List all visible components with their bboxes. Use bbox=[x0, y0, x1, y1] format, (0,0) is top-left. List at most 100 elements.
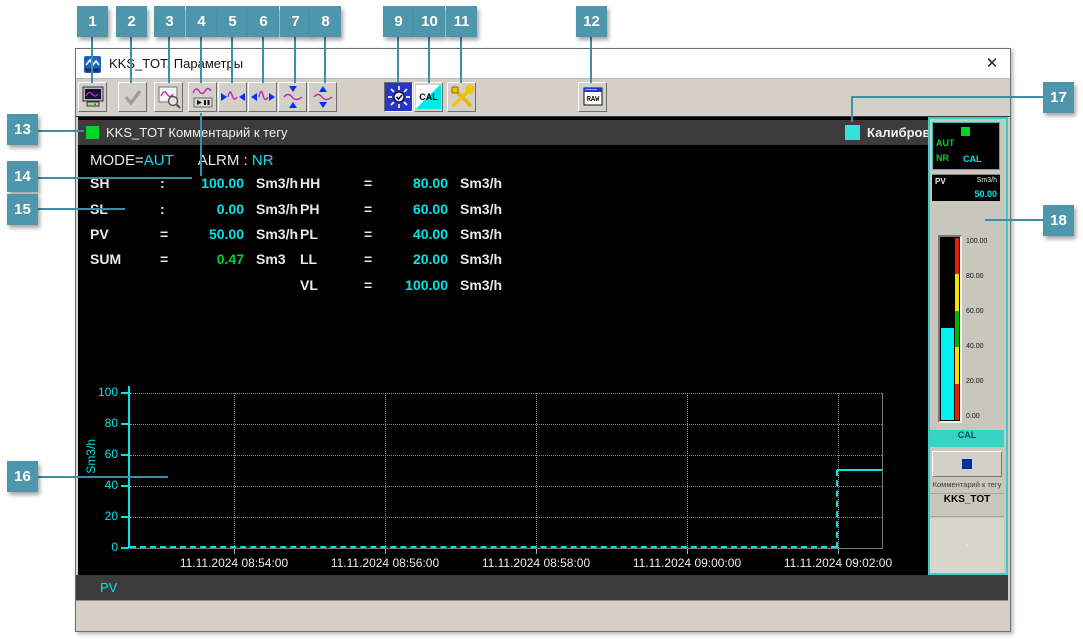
param-value: 0.47 bbox=[182, 251, 244, 269]
faceplate-alarm: NR bbox=[936, 153, 949, 163]
connector-line bbox=[397, 37, 399, 83]
param-label: PH bbox=[300, 201, 364, 219]
bar-gauge bbox=[938, 235, 962, 423]
param-row-pl: PL = 40.00 Sm3/h bbox=[300, 226, 502, 244]
chart-legend-bar: PV bbox=[76, 575, 1008, 600]
connector-line bbox=[231, 37, 233, 83]
connector-line bbox=[91, 37, 93, 83]
legend-pv-label: PV bbox=[100, 575, 117, 600]
raw-data-button[interactable]: RAW bbox=[578, 82, 607, 112]
param-unit: Sm3/h bbox=[460, 277, 502, 295]
connector-line bbox=[262, 37, 264, 83]
faceplate-pv-value: 50.00 bbox=[974, 189, 997, 199]
gridline bbox=[130, 486, 882, 487]
gridline bbox=[687, 393, 688, 548]
y-tick-label: 80 bbox=[80, 416, 118, 430]
gauge-tick-label: 60.00 bbox=[966, 308, 1006, 315]
y-tick-label: 20 bbox=[80, 509, 118, 523]
y-tick-label: 100 bbox=[80, 385, 118, 399]
param-separator: = bbox=[160, 251, 182, 269]
y-tick bbox=[121, 516, 129, 518]
param-unit: Sm3/h bbox=[256, 201, 298, 219]
trend-snapshot-button[interactable] bbox=[154, 82, 183, 112]
x-tick bbox=[687, 549, 688, 554]
compress-scale-button[interactable] bbox=[278, 82, 307, 112]
y-tick bbox=[121, 392, 129, 394]
y-axis-line bbox=[128, 386, 130, 548]
faceplate-cal: CAL bbox=[963, 154, 982, 164]
x-tick-label: 11.11.2024 08:54:00 bbox=[154, 556, 314, 570]
x-axis-line bbox=[130, 548, 883, 549]
param-unit: Sm3/h bbox=[460, 251, 502, 269]
navy-square-icon bbox=[962, 459, 972, 469]
faceplate-pv-box: PV Sm3/h 50.00 bbox=[932, 174, 1000, 201]
x-tick bbox=[838, 549, 839, 554]
gridline bbox=[130, 517, 882, 518]
callout-badge-17: 17 bbox=[1043, 82, 1074, 113]
param-value: 50.00 bbox=[182, 226, 244, 244]
callout-badge-5: 5 bbox=[217, 6, 248, 37]
settings-tools-button[interactable] bbox=[447, 82, 476, 112]
calibration-mode-button[interactable]: CAL bbox=[414, 82, 443, 112]
faceplate-action-button[interactable] bbox=[932, 451, 1002, 477]
alarm-flash-button[interactable] bbox=[384, 82, 413, 112]
param-separator: = bbox=[364, 201, 386, 219]
param-unit: Sm3/h bbox=[460, 201, 502, 219]
param-separator: = bbox=[364, 175, 386, 193]
connector-line bbox=[590, 37, 592, 83]
connector-line bbox=[38, 130, 84, 132]
callout-badge-7: 7 bbox=[280, 6, 311, 37]
param-row-sum: SUM = 0.47 Sm3 bbox=[90, 251, 286, 269]
compress-timescale-button[interactable] bbox=[218, 82, 247, 112]
screen-capture-button[interactable] bbox=[78, 82, 107, 112]
param-label: HH bbox=[300, 175, 364, 193]
expand-scale-button[interactable] bbox=[308, 82, 337, 112]
param-separator: = bbox=[160, 226, 182, 244]
tools-icon bbox=[449, 84, 475, 110]
faceplate-comment: Комментарий к тегу bbox=[930, 480, 1004, 489]
compress-horizontal-icon bbox=[220, 84, 246, 110]
plot-right-border bbox=[882, 393, 883, 549]
param-separator: : bbox=[160, 201, 182, 219]
monitor-trend-icon bbox=[81, 85, 105, 109]
param-value: 0.00 bbox=[182, 201, 244, 219]
callout-badge-6: 6 bbox=[248, 6, 279, 37]
param-value: 60.00 bbox=[386, 201, 448, 219]
param-label: LL bbox=[300, 251, 364, 269]
x-tick-label: 11.11.2024 08:56:00 bbox=[305, 556, 465, 570]
accept-button[interactable] bbox=[118, 82, 147, 112]
param-value: 100.00 bbox=[386, 277, 448, 295]
connector-line bbox=[324, 37, 326, 83]
trend-pause-button[interactable] bbox=[188, 82, 217, 112]
param-row-vl: VL = 100.00 Sm3/h bbox=[300, 277, 502, 295]
callout-badge-16: 16 bbox=[7, 461, 38, 492]
gridline bbox=[130, 393, 882, 394]
expand-timescale-button[interactable] bbox=[248, 82, 277, 112]
x-tick bbox=[234, 549, 235, 554]
status-bar bbox=[76, 600, 1008, 631]
param-label: VL bbox=[300, 277, 364, 295]
flash-beacon-icon bbox=[387, 85, 411, 109]
pv-series-line-fifty bbox=[837, 469, 882, 471]
callout-badge-8: 8 bbox=[310, 6, 341, 37]
gridline bbox=[130, 455, 882, 456]
status-indicator-green bbox=[961, 127, 970, 136]
connector-line bbox=[294, 37, 296, 83]
gridline bbox=[130, 424, 882, 425]
callout-badge-3: 3 bbox=[154, 6, 185, 37]
close-button[interactable]: ✕ bbox=[980, 52, 1004, 76]
expand-vertical-icon bbox=[310, 84, 336, 110]
param-row-ll: LL = 20.00 Sm3/h bbox=[300, 251, 502, 269]
param-label: SL bbox=[90, 201, 160, 219]
gauge-tick-label: 0.00 bbox=[966, 413, 1006, 420]
param-unit: Sm3 bbox=[256, 251, 286, 269]
gauge-tick-label: 100.00 bbox=[966, 238, 1006, 245]
faceplate-pv-label: PV bbox=[935, 177, 946, 186]
callout-badge-9: 9 bbox=[383, 6, 414, 37]
tag-header-strip: KKS_TOT Комментарий к тегу Калибровка bbox=[78, 120, 928, 145]
callout-badge-1: 1 bbox=[77, 6, 108, 37]
cal-banner: CAL bbox=[930, 430, 1004, 447]
y-tick-label: 0 bbox=[80, 540, 118, 554]
callout-badge-18: 18 bbox=[1043, 205, 1074, 236]
y-tick-label: 40 bbox=[80, 478, 118, 492]
